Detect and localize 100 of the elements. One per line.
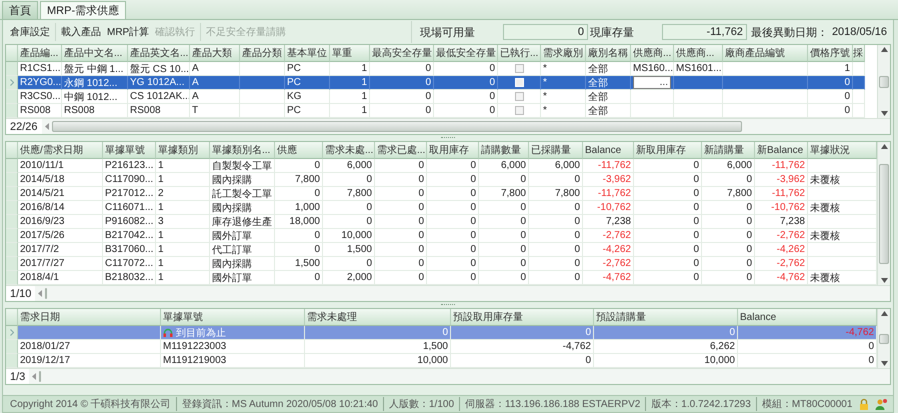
column-header[interactable]: 新Balance — [755, 142, 808, 159]
tab[interactable]: MRP-需求供應 — [40, 1, 126, 19]
row-header[interactable] — [6, 340, 18, 354]
column-header[interactable]: 預設請購量 — [594, 309, 738, 326]
table-cell: 6,000 — [479, 159, 529, 173]
column-header[interactable]: 單據單號 — [161, 309, 305, 326]
column-header[interactable]: 單據類別名... — [210, 142, 275, 159]
row-header[interactable] — [6, 271, 18, 285]
scroll-down-icon[interactable] — [880, 111, 888, 116]
scroll-left-icon[interactable] — [32, 373, 36, 380]
column-header[interactable]: Balance — [738, 309, 877, 326]
page-counter: 22/26 — [6, 119, 42, 134]
table-cell: -11,762 — [583, 187, 634, 201]
column-header[interactable]: 單重 — [330, 45, 370, 62]
row-header[interactable] — [6, 173, 18, 187]
table-cell: 0 — [375, 229, 427, 243]
column-header[interactable]: 供應/需求日期 — [18, 142, 103, 159]
table-cell: 0 — [702, 173, 755, 187]
row-header[interactable] — [6, 215, 18, 229]
toolbar-button[interactable]: 倉庫設定 — [10, 25, 50, 39]
column-header[interactable]: 需求已處... — [375, 142, 427, 159]
row-header[interactable] — [6, 159, 18, 173]
column-header[interactable]: 單據單號 — [103, 142, 156, 159]
column-header[interactable]: 預設取用庫存量 — [451, 309, 594, 326]
table-cell: 0 — [594, 326, 738, 340]
column-header[interactable]: 廠商產品編號 — [723, 45, 808, 62]
status-text: 版本：1.0.7242.17293 — [645, 397, 756, 411]
row-header[interactable] — [6, 90, 18, 104]
toolbar-button[interactable]: MRP計算 — [107, 25, 150, 39]
row-header[interactable] — [6, 243, 18, 257]
toolbar-button[interactable]: 載入產品 — [61, 25, 101, 39]
column-header[interactable]: 最高安全存量 — [370, 45, 434, 62]
row-header[interactable] — [6, 354, 18, 368]
table-cell: P216123... — [103, 159, 156, 173]
column-header[interactable]: 廠別名稱 — [586, 45, 631, 62]
vertical-scrollbar[interactable] — [877, 309, 890, 368]
column-header[interactable]: 新取用庫存 — [634, 142, 702, 159]
table-cell: 0 — [323, 257, 375, 271]
row-header[interactable] — [6, 187, 18, 201]
table-cell: 2 — [156, 187, 210, 201]
column-header[interactable]: 產品分類 — [240, 45, 285, 62]
table-cell: 0 — [529, 201, 583, 215]
checkbox[interactable] — [514, 106, 524, 115]
vertical-scrollbar[interactable] — [877, 142, 890, 285]
column-header[interactable]: 產品中文名... — [62, 45, 128, 62]
column-header[interactable]: 供應 — [275, 142, 323, 159]
row-header[interactable] — [6, 62, 18, 76]
table-cell: 2017/7/27 — [18, 257, 103, 271]
table-cell: M1191223003 — [161, 340, 305, 354]
tab[interactable]: 首頁 — [2, 1, 38, 19]
column-header[interactable]: 新請購量 — [702, 142, 755, 159]
column-header[interactable]: 供應商... — [631, 45, 674, 62]
date-value: 2018/05/16 — [832, 26, 887, 38]
column-header[interactable]: 產品大類 — [190, 45, 240, 62]
column-header[interactable]: 需求廠別 — [541, 45, 586, 62]
column-header[interactable]: Balance — [583, 142, 634, 159]
column-header[interactable]: 已執行... — [498, 45, 541, 62]
lock-icon[interactable] — [859, 398, 869, 410]
column-header[interactable]: 需求日期 — [18, 309, 161, 326]
column-header[interactable]: 單據狀況 — [808, 142, 877, 159]
vertical-scrollbar[interactable] — [877, 45, 890, 118]
table-cell: 0 — [529, 257, 583, 271]
table-cell: 6,262 — [594, 340, 738, 354]
row-header[interactable] — [6, 229, 18, 243]
scroll-down-icon[interactable] — [880, 278, 888, 283]
page-counter: 1/10 — [6, 286, 36, 301]
column-header[interactable]: 價格序號 — [808, 45, 853, 62]
row-header[interactable] — [6, 104, 18, 118]
table-cell: C117072... — [103, 257, 156, 271]
scroll-left-icon[interactable] — [44, 123, 49, 130]
checkbox[interactable] — [514, 92, 524, 101]
column-header[interactable]: 採 — [853, 45, 865, 62]
lookup-field[interactable]: ... — [633, 76, 671, 89]
column-header[interactable]: 請購數量 — [479, 142, 529, 159]
row-header[interactable] — [6, 76, 18, 90]
scroll-down-icon[interactable] — [880, 361, 888, 366]
table-cell: A — [190, 76, 240, 90]
column-header[interactable]: 基本單位 — [285, 45, 330, 62]
table-cell: 0 — [634, 243, 702, 257]
scroll-up-icon[interactable] — [880, 144, 888, 149]
column-header[interactable]: 供應商... — [674, 45, 723, 62]
column-header[interactable]: 產品英文名... — [128, 45, 190, 62]
scroll-up-icon[interactable] — [880, 47, 888, 52]
checkbox[interactable] — [514, 64, 524, 73]
users-icon[interactable] — [875, 398, 889, 410]
column-header[interactable]: 單據類別 — [156, 142, 210, 159]
column-header[interactable]: 產品編... — [18, 45, 62, 62]
row-header[interactable] — [6, 201, 18, 215]
scroll-up-icon[interactable] — [880, 311, 888, 316]
scroll-left-icon[interactable] — [38, 290, 42, 297]
headset-icon — [163, 328, 173, 338]
row-header[interactable] — [6, 257, 18, 271]
column-header[interactable]: 已採購量 — [529, 142, 583, 159]
row-header[interactable] — [6, 326, 18, 340]
column-header[interactable]: 最低安全存量 — [434, 45, 498, 62]
table-cell: 2016/8/14 — [18, 201, 103, 215]
column-header[interactable]: 需求未處... — [323, 142, 375, 159]
column-header[interactable]: 取用庫存 — [427, 142, 479, 159]
table-cell: -10,762 — [583, 201, 634, 215]
column-header[interactable]: 需求未處理 — [305, 309, 451, 326]
